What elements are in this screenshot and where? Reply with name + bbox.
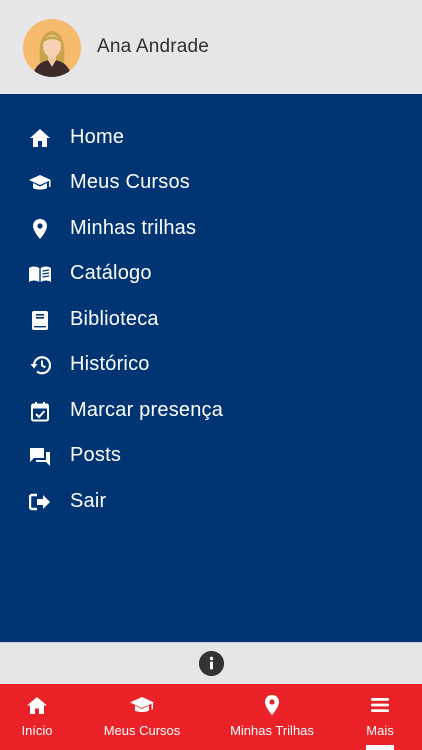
menu-item-label: Histórico [70, 353, 150, 375]
graduation-cap-icon [28, 172, 52, 194]
menu-item-home[interactable]: Home [0, 117, 422, 159]
tab-label: Meus Cursos [103, 723, 181, 738]
home-icon [28, 127, 52, 149]
menu-item-marcar-presenca[interactable]: Marcar presença [0, 390, 422, 432]
menu-item-label: Biblioteca [70, 308, 159, 330]
menu-item-label: Marcar presença [70, 399, 224, 421]
open-book-icon [28, 263, 52, 285]
menu-item-catalogo[interactable]: Catálogo [0, 253, 422, 295]
tab-minhas-trilhas[interactable]: Minhas Trilhas [222, 684, 322, 750]
sign-out-icon [28, 491, 52, 513]
menu-item-label: Minhas trilhas [70, 217, 197, 239]
menu-item-label: Home [70, 126, 125, 148]
menu-item-sair[interactable]: Sair [0, 481, 422, 523]
book-icon [28, 309, 52, 331]
home-icon [24, 694, 50, 716]
tab-label: Mais [366, 723, 394, 738]
map-pin-icon [259, 694, 285, 716]
tab-label: Início [21, 723, 53, 738]
menu-item-label: Meus Cursos [70, 171, 191, 193]
user-name: Ana Andrade [97, 36, 210, 57]
map-pin-icon [28, 218, 52, 240]
avatar-woman-icon [23, 19, 81, 77]
menu-item-label: Posts [70, 444, 122, 466]
bottom-tab-bar: Início Meus Cursos Minhas Trilhas Mais [0, 684, 422, 750]
tab-mais[interactable]: Mais [356, 684, 404, 750]
chat-bubbles-icon [28, 445, 52, 467]
info-bar [0, 642, 422, 684]
menu-item-meus-cursos[interactable]: Meus Cursos [0, 162, 422, 204]
drawer-menu: Home Meus Cursos Minhas trilhas Catálogo… [0, 94, 422, 642]
menu-item-label: Sair [70, 490, 107, 512]
calendar-check-icon [28, 400, 52, 422]
menu-item-label: Catálogo [70, 262, 152, 284]
avatar[interactable] [23, 19, 81, 77]
menu-item-posts[interactable]: Posts [0, 435, 422, 477]
menu-item-biblioteca[interactable]: Biblioteca [0, 299, 422, 341]
tab-label: Minhas Trilhas [230, 723, 314, 738]
selected-tab-indicator [366, 745, 394, 750]
menu-item-historico[interactable]: Histórico [0, 344, 422, 386]
graduation-cap-icon [129, 694, 155, 716]
info-icon[interactable] [199, 651, 224, 676]
profile-header: Ana Andrade [0, 0, 422, 94]
menu-icon [367, 694, 393, 716]
tab-inicio[interactable]: Início [6, 684, 68, 750]
tab-meus-cursos[interactable]: Meus Cursos [96, 684, 188, 750]
menu-item-minhas-trilhas[interactable]: Minhas trilhas [0, 208, 422, 250]
history-icon [28, 354, 52, 376]
